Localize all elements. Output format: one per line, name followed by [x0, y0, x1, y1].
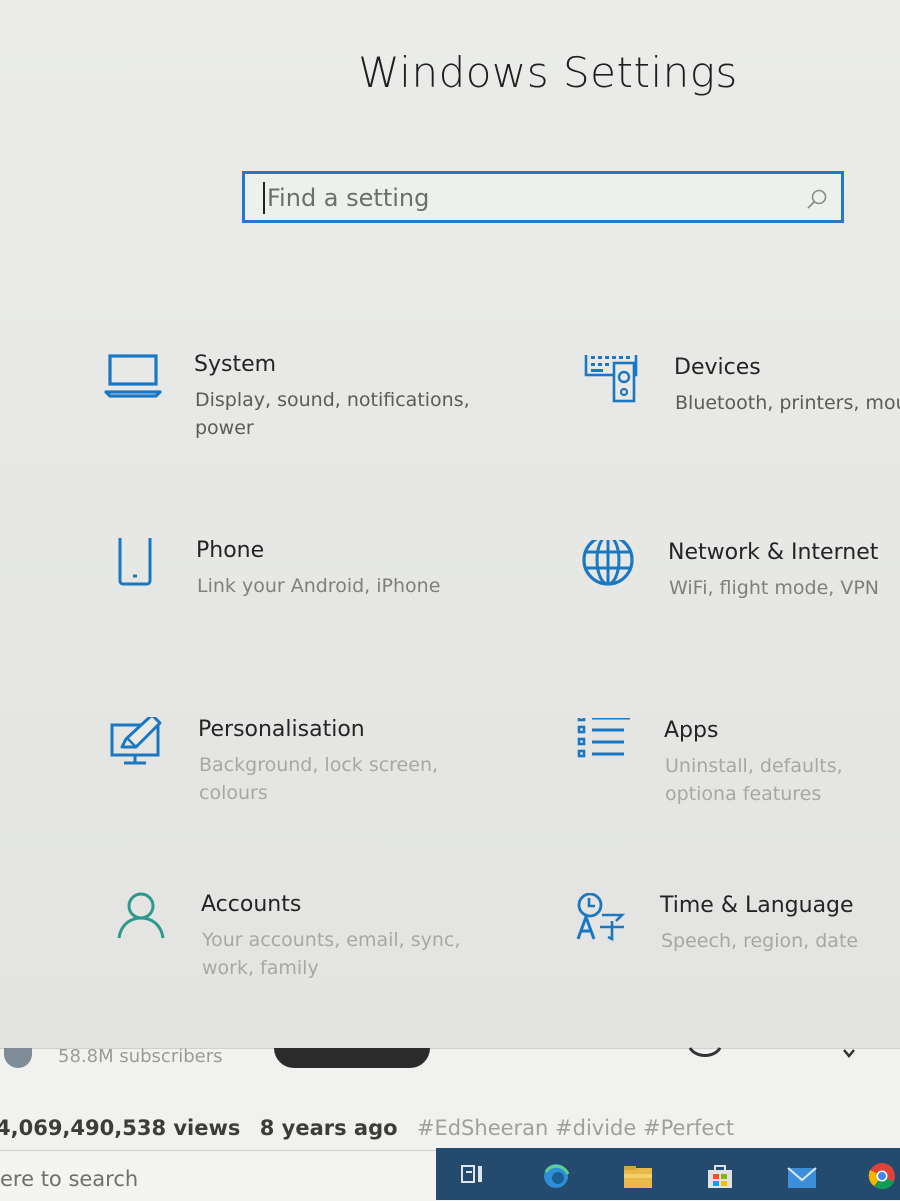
search-icon[interactable] — [805, 187, 829, 211]
tile-title: Personalisation — [198, 717, 365, 742]
tile-description: Display, sound, notifications, power — [195, 389, 470, 439]
tile-title: Accounts — [201, 892, 302, 917]
laptop-icon — [104, 354, 162, 398]
tile-description: Link your Android, iPhone — [197, 575, 441, 597]
tile-system[interactable]: System Display, sound, notifications, po… — [104, 352, 470, 472]
tile-description: Uninstall, defaults, optiona features — [665, 755, 843, 805]
thumb-icon[interactable] — [688, 1046, 722, 1060]
tile-title: Apps — [664, 718, 719, 743]
tile-title: Network & Internet — [668, 540, 879, 565]
tile-accounts[interactable]: Accounts Your accounts, email, sync, wor… — [111, 892, 460, 1012]
tile-description: Speech, region, date — [661, 930, 859, 952]
tile-devices[interactable]: Devices Bluetooth, printers, mou — [584, 355, 900, 475]
tile-network[interactable]: Network & Internet WiFi, flight mode, VP… — [578, 540, 900, 660]
person-icon — [117, 892, 165, 939]
chrome-icon[interactable] — [866, 1160, 898, 1190]
subscribe-button[interactable] — [274, 1048, 430, 1068]
taskbar-search-text: ere to search — [0, 1167, 139, 1191]
keyboard-speaker-icon — [584, 355, 638, 403]
task-view-icon[interactable] — [458, 1160, 490, 1190]
file-explorer-icon[interactable] — [622, 1160, 654, 1190]
video-meta: 4,069,490,538 views 8 years ago #EdSheer… — [0, 1116, 746, 1140]
tile-time-language[interactable]: Time & Language Speech, region, date — [570, 893, 900, 1013]
paint-brush-icon — [110, 717, 162, 765]
search-input[interactable] — [263, 182, 789, 214]
globe-icon — [582, 540, 634, 586]
tile-title: System — [194, 352, 277, 377]
hashtags[interactable]: #EdSheeran #divide #Perfect — [417, 1116, 734, 1140]
apps-list-icon — [577, 718, 630, 758]
tile-description: Your accounts, email, sync, work, family — [202, 929, 461, 979]
tile-apps[interactable]: Apps Uninstall, defaults, optiona featur… — [574, 718, 900, 838]
settings-window: Windows Settings System Display, sound, … — [0, 0, 900, 1048]
tile-phone[interactable]: Phone Link your Android, iPhone — [106, 538, 440, 658]
view-count: 4,069,490,538 views — [0, 1116, 241, 1140]
tile-personalisation[interactable]: Personalisation Background, lock screen,… — [108, 717, 438, 837]
taskbar — [436, 1148, 900, 1200]
subscriber-count: 58.8M subscribers — [58, 1046, 223, 1067]
mail-icon[interactable] — [786, 1160, 818, 1190]
chevron-down-icon[interactable] — [842, 1048, 856, 1058]
tile-title: Time & Language — [660, 893, 854, 918]
page-title: Windows Settings — [358, 48, 738, 97]
upload-age: 8 years ago — [259, 1116, 398, 1140]
tile-title: Phone — [196, 538, 265, 563]
tile-description: WiFi, flight mode, VPN — [669, 577, 880, 599]
store-icon[interactable] — [704, 1160, 736, 1190]
tile-title: Devices — [674, 355, 761, 380]
edge-icon[interactable] — [540, 1160, 572, 1190]
tile-description: Bluetooth, printers, mou — [675, 392, 900, 414]
taskbar-search-box[interactable]: ere to search — [0, 1150, 436, 1201]
tile-description: Background, lock screen, colours — [199, 754, 439, 804]
phone-icon — [118, 538, 152, 586]
search-box[interactable] — [242, 171, 844, 223]
language-clock-icon — [576, 893, 626, 942]
